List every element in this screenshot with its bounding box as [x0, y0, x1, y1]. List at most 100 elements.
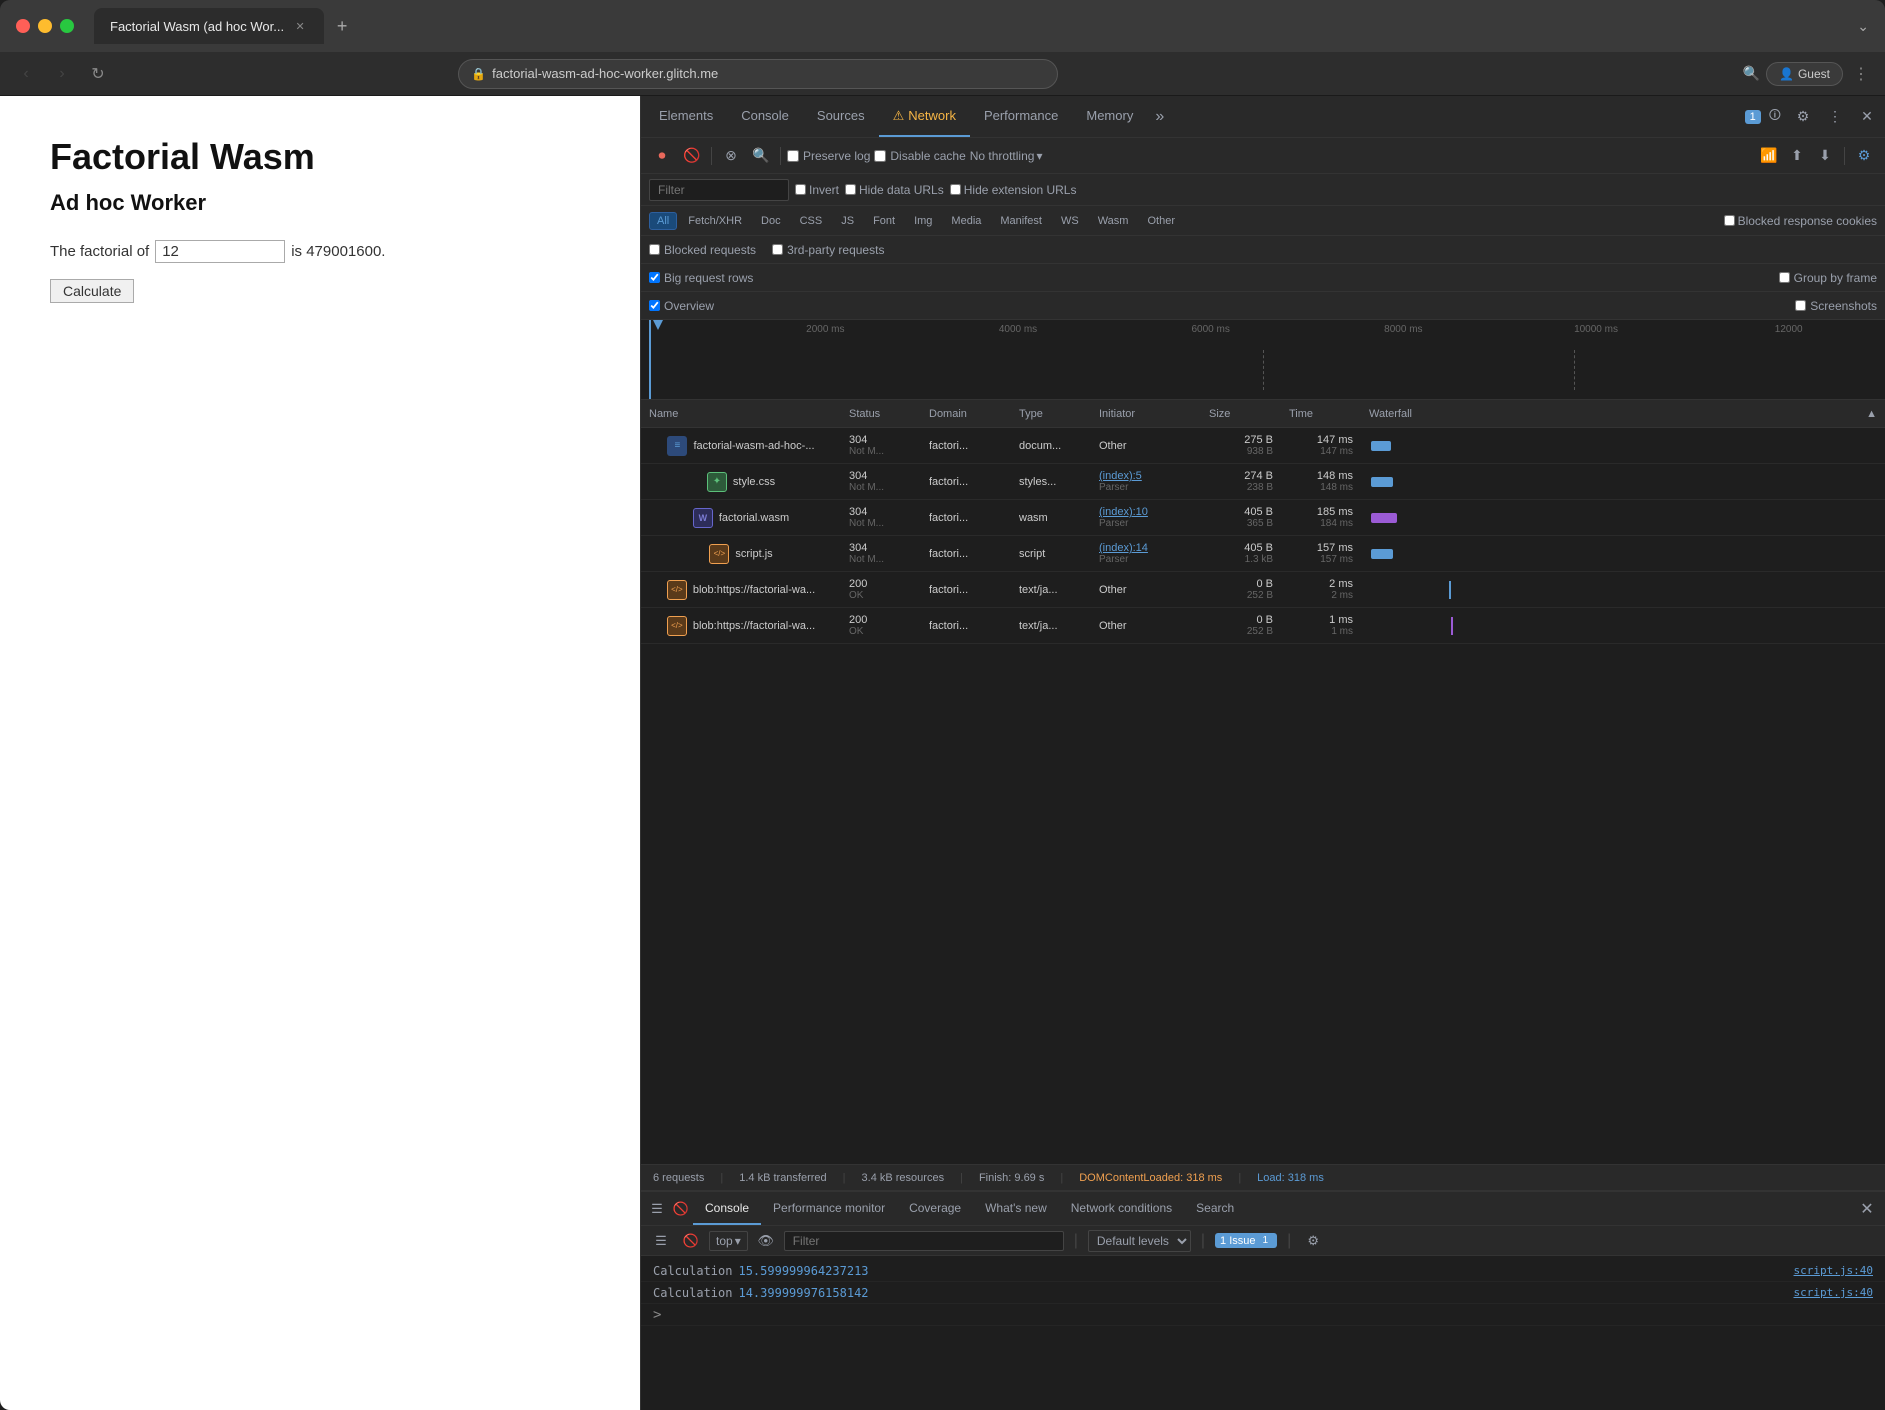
- table-row[interactable]: ✦ style.css 304 Not M... factori... styl…: [641, 464, 1885, 500]
- blocked-requests-option[interactable]: Blocked requests: [649, 243, 756, 257]
- issues-count-badge[interactable]: 1 Issue 1: [1215, 1233, 1277, 1248]
- settings-icon-blue[interactable]: ⚙: [1851, 143, 1877, 169]
- filter-manifest[interactable]: Manifest: [992, 212, 1050, 230]
- console-level-select[interactable]: Default levels: [1088, 1230, 1191, 1252]
- tab-memory[interactable]: Memory: [1072, 96, 1147, 137]
- minimize-button[interactable]: [38, 19, 52, 33]
- console-settings-button[interactable]: ⚙: [1301, 1229, 1325, 1253]
- column-time[interactable]: Time: [1281, 408, 1361, 420]
- back-button[interactable]: ‹: [12, 60, 40, 88]
- big-request-rows-option[interactable]: Big request rows: [649, 271, 753, 285]
- console-tab-console[interactable]: Console: [693, 1192, 761, 1225]
- tab-close-button[interactable]: ✕: [292, 18, 308, 34]
- filter-input[interactable]: [649, 179, 789, 201]
- factorial-input[interactable]: [155, 240, 285, 263]
- console-sidebar-icon[interactable]: ☰: [649, 1229, 673, 1253]
- maximize-button[interactable]: [60, 19, 74, 33]
- overview-checkbox[interactable]: Overview: [649, 299, 714, 313]
- console-eye-icon[interactable]: 👁: [754, 1229, 778, 1253]
- active-tab[interactable]: Factorial Wasm (ad hoc Wor... ✕: [94, 8, 324, 44]
- filter-img[interactable]: Img: [906, 212, 940, 230]
- column-name[interactable]: Name: [641, 408, 841, 420]
- tab-list-chevron[interactable]: ⌄: [1857, 18, 1869, 35]
- close-button[interactable]: [16, 19, 30, 33]
- filter-other[interactable]: Other: [1139, 212, 1183, 230]
- record-button[interactable]: ⏺: [649, 143, 675, 169]
- console-no-icon[interactable]: 🚫: [669, 1197, 693, 1221]
- filter-fetch-xhr[interactable]: Fetch/XHR: [680, 212, 750, 230]
- upload-icon[interactable]: ⬆: [1784, 143, 1810, 169]
- filter-doc[interactable]: Doc: [753, 212, 789, 230]
- table-row[interactable]: </> blob:https://factorial-wa... 200 OK …: [641, 608, 1885, 644]
- address-bar[interactable]: 🔒 factorial-wasm-ad-hoc-worker.glitch.me: [458, 59, 1058, 89]
- disable-cache-checkbox[interactable]: Disable cache: [874, 149, 965, 163]
- wifi-icon[interactable]: 📶: [1756, 143, 1782, 169]
- console-link-1[interactable]: script.js:40: [1794, 1286, 1873, 1299]
- console-prompt-line[interactable]: >: [641, 1304, 1885, 1326]
- table-row[interactable]: ≡ factorial-wasm-ad-hoc-... 304 Not M...…: [641, 428, 1885, 464]
- tab-network[interactable]: ⚠ Network: [879, 96, 970, 137]
- console-tab-performance[interactable]: Performance monitor: [761, 1192, 897, 1225]
- column-domain[interactable]: Domain: [921, 408, 1011, 420]
- blocked-response-checkbox[interactable]: Blocked response cookies: [1724, 214, 1877, 228]
- context-chevron: ▾: [735, 1234, 741, 1248]
- browser-menu-button[interactable]: ⋮: [1849, 60, 1873, 88]
- column-status[interactable]: Status: [841, 408, 921, 420]
- console-tab-whats-new[interactable]: What's new: [973, 1192, 1059, 1225]
- table-row[interactable]: </> blob:https://factorial-wa... 200 OK …: [641, 572, 1885, 608]
- hide-data-urls-checkbox[interactable]: Hide data URLs: [845, 183, 944, 197]
- filter-font[interactable]: Font: [865, 212, 903, 230]
- filter-media[interactable]: Media: [943, 212, 989, 230]
- request-options: Blocked requests 3rd-party requests: [641, 236, 1885, 264]
- third-party-option[interactable]: 3rd-party requests: [772, 243, 884, 257]
- download-icon[interactable]: ⬇: [1812, 143, 1838, 169]
- forward-button[interactable]: ›: [48, 60, 76, 88]
- guest-button[interactable]: 👤 Guest: [1766, 62, 1843, 86]
- table-row[interactable]: </> script.js 304 Not M... factori... sc…: [641, 536, 1885, 572]
- invert-checkbox[interactable]: Invert: [795, 183, 839, 197]
- tab-performance[interactable]: Performance: [970, 96, 1072, 137]
- group-by-frame-option[interactable]: Group by frame: [1779, 271, 1877, 285]
- devtools-settings-button[interactable]: ⚙: [1789, 103, 1817, 131]
- console-drawer-toggle[interactable]: ☰: [645, 1197, 669, 1221]
- filter-icon[interactable]: ⊗: [718, 143, 744, 169]
- clear-button[interactable]: 🚫: [679, 143, 705, 169]
- screenshots-option[interactable]: Screenshots: [1795, 299, 1877, 313]
- devtools-options-button[interactable]: ⋮: [1821, 103, 1849, 131]
- console-tab-coverage[interactable]: Coverage: [897, 1192, 973, 1225]
- search-button[interactable]: 🔍: [748, 143, 774, 169]
- zoom-icon[interactable]: 🔍: [1743, 65, 1760, 82]
- devtools-close-button[interactable]: ✕: [1853, 103, 1881, 131]
- filter-css[interactable]: CSS: [792, 212, 831, 230]
- calculate-button[interactable]: Calculate: [50, 279, 134, 303]
- reload-button[interactable]: ↻: [84, 60, 112, 88]
- throttle-select[interactable]: No throttling ▾: [970, 149, 1043, 163]
- console-tab-network-conditions[interactable]: Network conditions: [1059, 1192, 1184, 1225]
- row-time-2: 185 ms 184 ms: [1281, 500, 1361, 535]
- column-type[interactable]: Type: [1011, 408, 1091, 420]
- new-tab-button[interactable]: +: [328, 12, 356, 40]
- context-selector[interactable]: top ▾: [709, 1231, 748, 1251]
- filter-ws[interactable]: WS: [1053, 212, 1087, 230]
- tab-console[interactable]: Console: [727, 96, 803, 137]
- column-initiator[interactable]: Initiator: [1091, 408, 1201, 420]
- console-clear-button[interactable]: 🚫: [679, 1229, 703, 1253]
- console-filter-input[interactable]: [784, 1231, 1064, 1251]
- row-status-4: 200 OK: [841, 572, 921, 607]
- filter-js[interactable]: JS: [833, 212, 862, 230]
- console-tab-search[interactable]: Search: [1184, 1192, 1246, 1225]
- filter-wasm[interactable]: Wasm: [1090, 212, 1137, 230]
- tab-sources[interactable]: Sources: [803, 96, 879, 137]
- preserve-log-checkbox[interactable]: Preserve log: [787, 149, 870, 163]
- tab-elements[interactable]: Elements: [645, 96, 727, 137]
- hide-extension-urls-checkbox[interactable]: Hide extension URLs: [950, 183, 1077, 197]
- row-type-3: script: [1011, 536, 1091, 571]
- column-size[interactable]: Size: [1201, 408, 1281, 420]
- column-waterfall[interactable]: Waterfall ▲: [1361, 408, 1885, 420]
- devtools-more-button[interactable]: »: [1147, 108, 1172, 126]
- filter-all[interactable]: All: [649, 212, 677, 230]
- table-row[interactable]: W factorial.wasm 304 Not M... factori...…: [641, 500, 1885, 536]
- console-tabs: ☰ 🚫 Console Performance monitor Coverage…: [641, 1192, 1885, 1226]
- console-close-button[interactable]: ✕: [1853, 1195, 1881, 1223]
- console-link-0[interactable]: script.js:40: [1794, 1264, 1873, 1277]
